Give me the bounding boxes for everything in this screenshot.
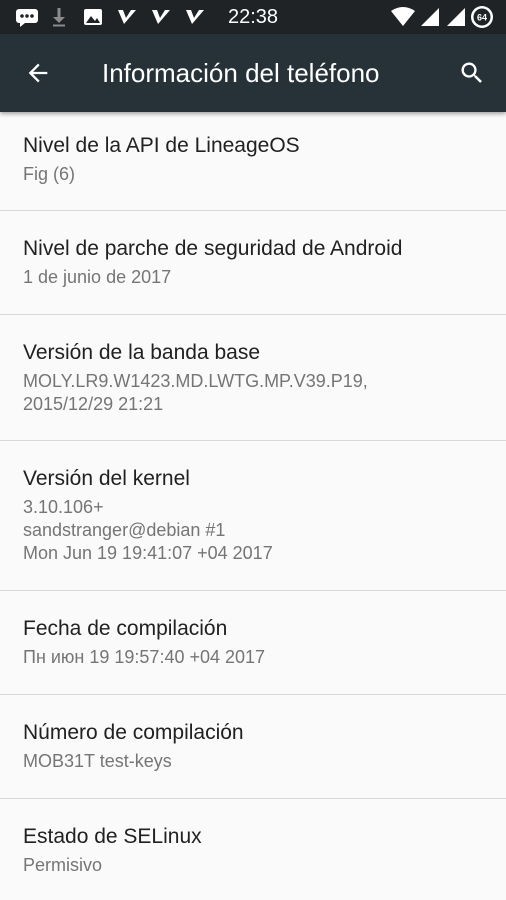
app-bar: Información del teléfono [0, 34, 506, 112]
status-time: 22:38 [228, 6, 279, 28]
item-summary: MOLY.LR9.W1423.MD.LWTG.MP.V39.P19, 2015/… [23, 371, 368, 414]
signal-icon [446, 6, 466, 28]
list-item-build-date[interactable]: Fecha de compilación Пн июн 19 19:57:40 … [0, 591, 506, 695]
item-title: Nivel de la API de LineageOS [23, 134, 300, 157]
back-button[interactable] [20, 55, 56, 91]
item-summary: Пн июн 19 19:57:40 +04 2017 [23, 647, 266, 667]
messages-icon [14, 6, 40, 28]
item-title: Estado de SELinux [23, 825, 202, 848]
item-title: Versión del kernel [23, 467, 190, 490]
battery-level: 64 [477, 13, 487, 23]
item-title: Nivel de parche de seguridad de Android [23, 237, 403, 260]
battery-icon: 64 [470, 6, 494, 28]
list-item-kernel[interactable]: Versión del kernel 3.10.106+ sandstrange… [0, 441, 506, 591]
item-summary: Fig (6) [23, 164, 76, 184]
arrow-back-icon [28, 63, 48, 83]
signal-icon [420, 6, 440, 28]
search-icon [461, 62, 482, 83]
item-summary: MOB31T test-keys [23, 751, 172, 771]
item-title: Fecha de compilación [23, 617, 228, 640]
page-title: Información del teléfono [102, 58, 380, 88]
item-title: Versión de la banda base [23, 341, 261, 364]
item-summary: 3.10.106+ sandstranger@debian #1 Mon Jun… [23, 497, 273, 563]
list-item-security-patch[interactable]: Nivel de parche de seguridad de Android … [0, 211, 506, 315]
notification-icon [184, 6, 206, 28]
wifi-icon [390, 6, 416, 28]
gallery-icon [82, 6, 104, 28]
list-item-selinux[interactable]: Estado de SELinux Permisivo [0, 799, 506, 900]
list-item-lineage-api[interactable]: Nivel de la API de LineageOS Fig (6) [0, 112, 506, 211]
list-item-build-number[interactable]: Número de compilación MOB31T test-keys [0, 695, 506, 799]
search-button[interactable] [454, 55, 490, 91]
download-icon [50, 6, 68, 28]
list-item-baseband[interactable]: Versión de la banda base MOLY.LR9.W1423.… [0, 315, 506, 441]
item-summary: 1 de junio de 2017 [23, 267, 172, 287]
notification-icon [150, 6, 172, 28]
status-bar: 22:38 64 [0, 0, 506, 34]
item-summary: Permisivo [23, 855, 103, 875]
item-title: Número de compilación [23, 721, 244, 744]
notification-icon [116, 6, 138, 28]
